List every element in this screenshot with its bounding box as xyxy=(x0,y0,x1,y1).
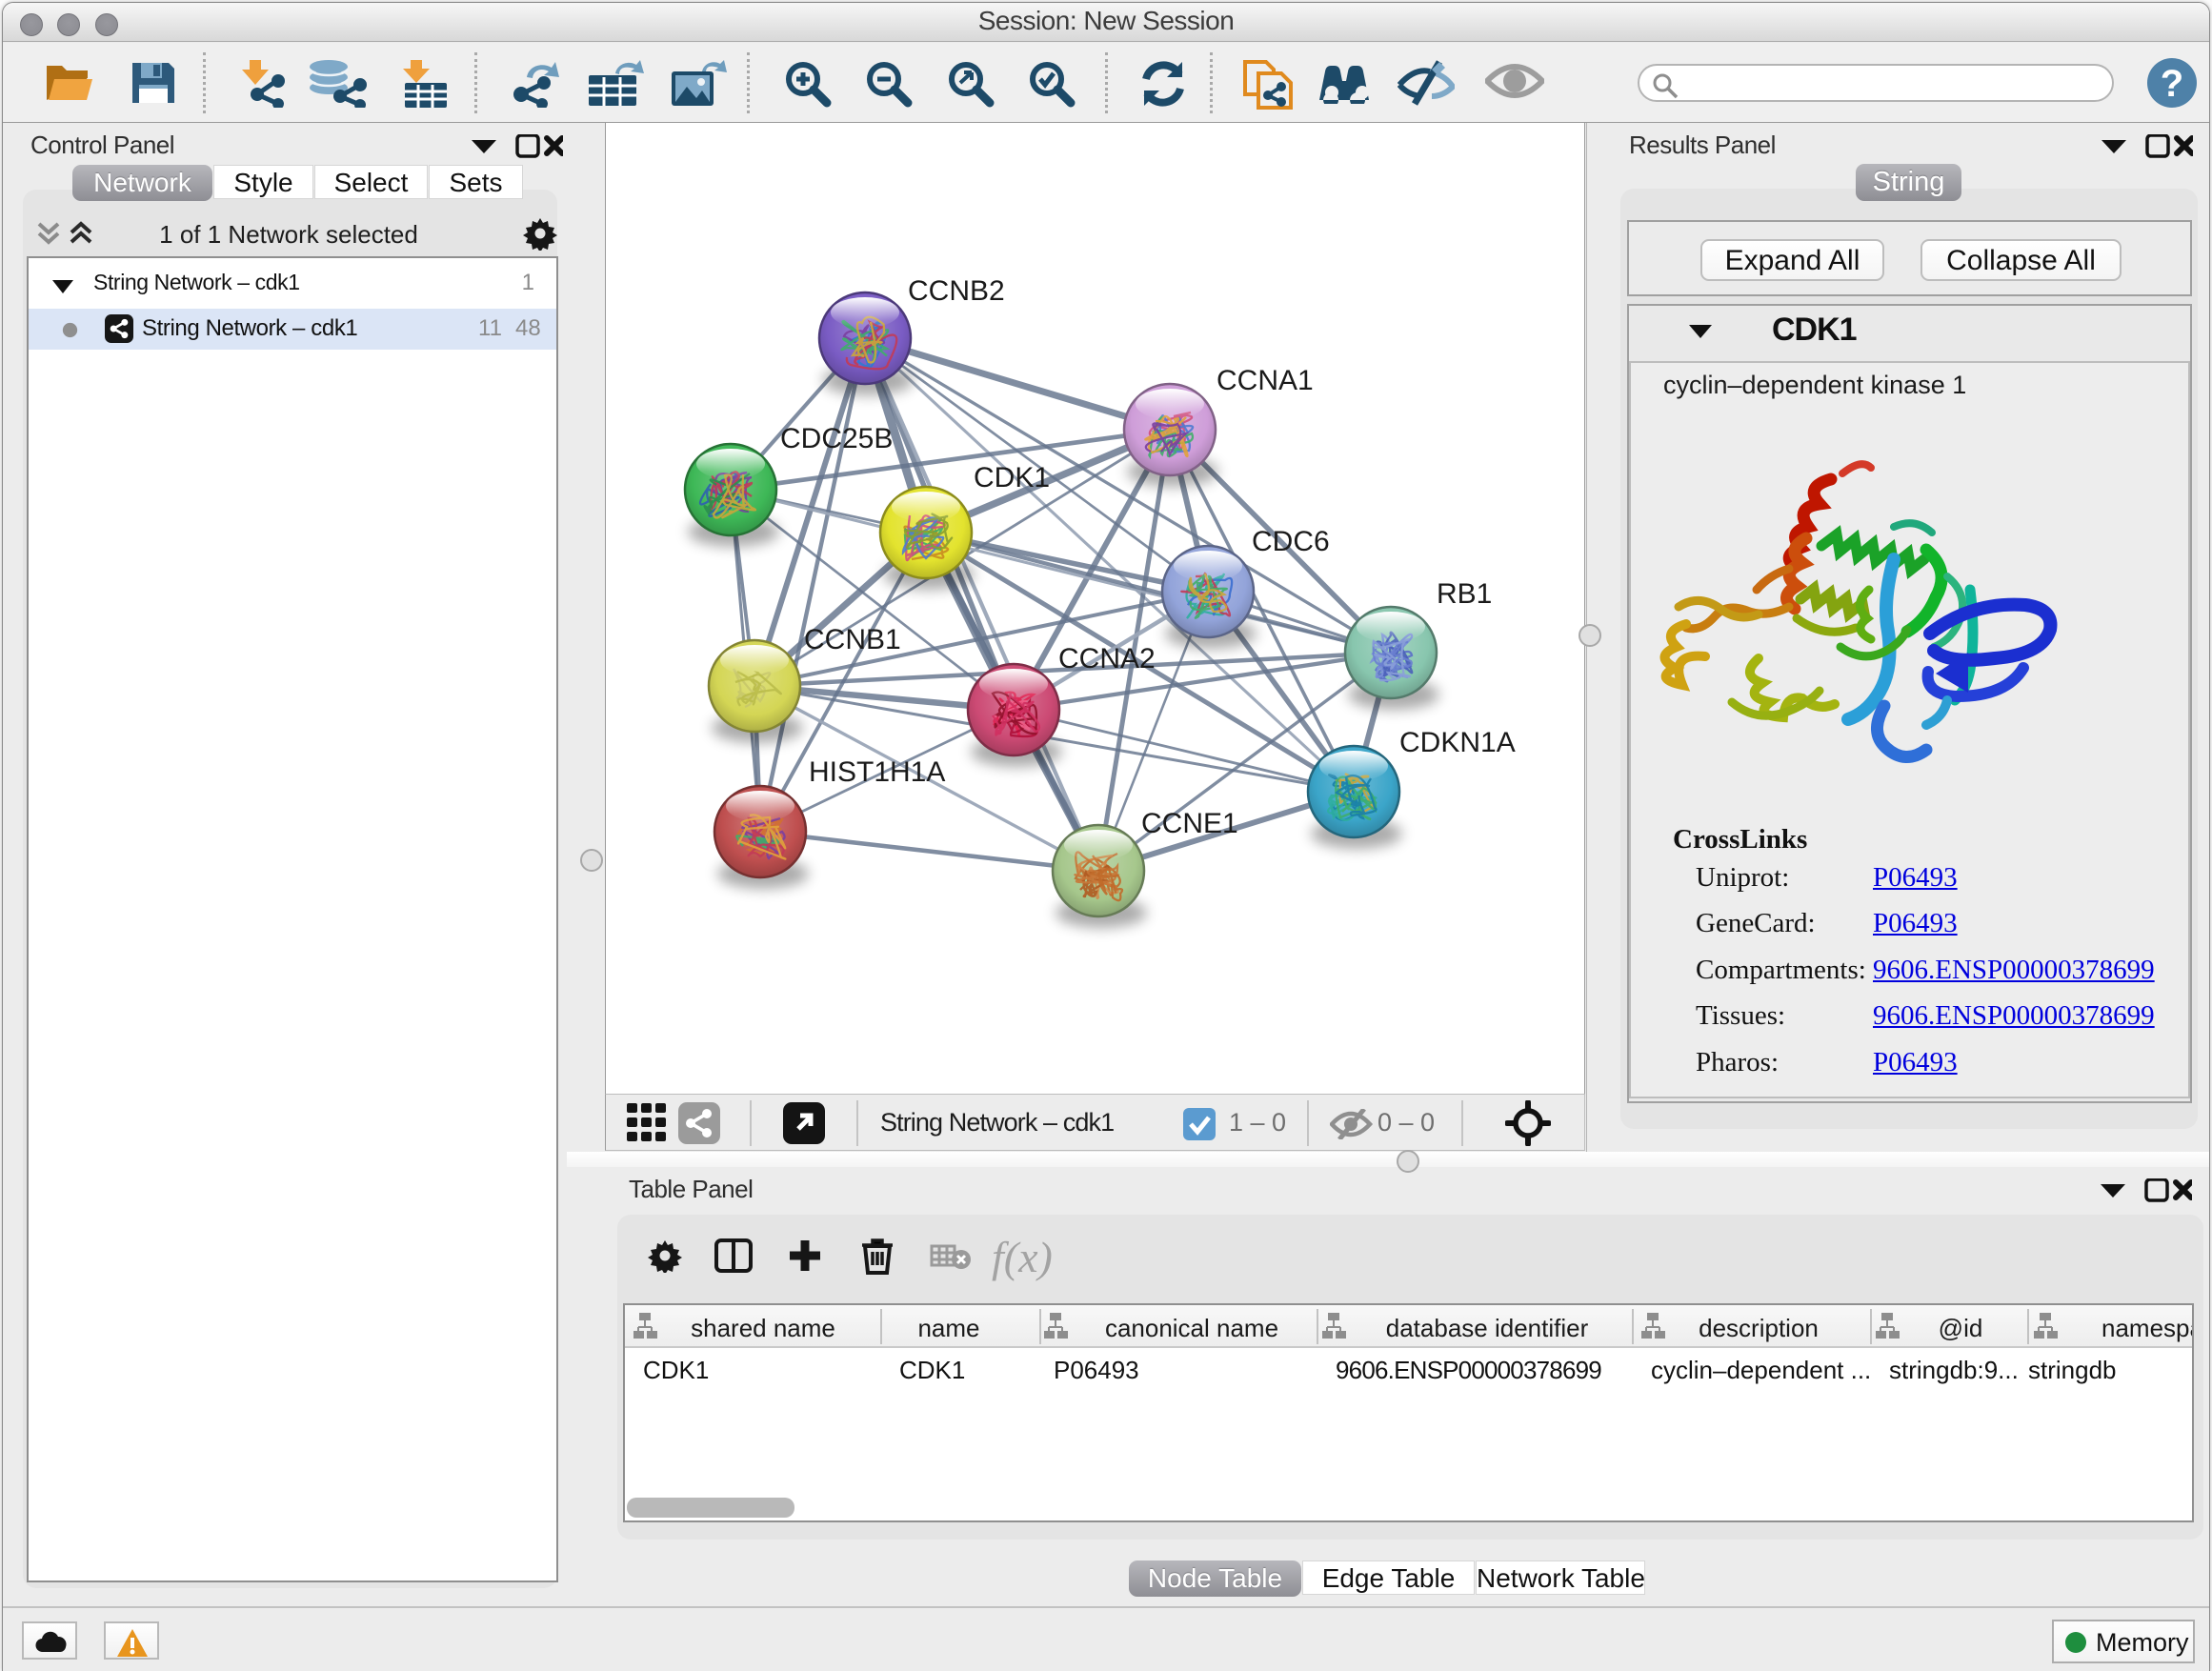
svg-text:canonical name: canonical name xyxy=(1105,1314,1278,1342)
svg-text:CCNB1: CCNB1 xyxy=(804,624,901,655)
svg-text:CDKN1A: CDKN1A xyxy=(1399,727,1516,758)
svg-text:CDC6: CDC6 xyxy=(1252,526,1330,557)
svg-text:database identifier: database identifier xyxy=(1386,1314,1589,1342)
svg-text:HIST1H1A: HIST1H1A xyxy=(809,756,945,788)
svg-text:description: description xyxy=(1699,1314,1819,1342)
svg-text:CDC25B: CDC25B xyxy=(780,423,893,454)
svg-text:CCNA1: CCNA1 xyxy=(1217,365,1314,396)
svg-text:namespac: namespac xyxy=(2101,1314,2192,1342)
svg-text:CCNA2: CCNA2 xyxy=(1058,643,1156,674)
svg-text:CCNB2: CCNB2 xyxy=(908,275,1005,307)
svg-text:name: name xyxy=(917,1314,979,1342)
svg-text:CCNE1: CCNE1 xyxy=(1141,808,1238,839)
svg-text:@id: @id xyxy=(1939,1314,1983,1342)
svg-text:RB1: RB1 xyxy=(1437,578,1492,610)
svg-text:?: ? xyxy=(2161,63,2183,105)
svg-text:CDK1: CDK1 xyxy=(974,462,1050,493)
svg-text:shared name: shared name xyxy=(691,1314,835,1342)
